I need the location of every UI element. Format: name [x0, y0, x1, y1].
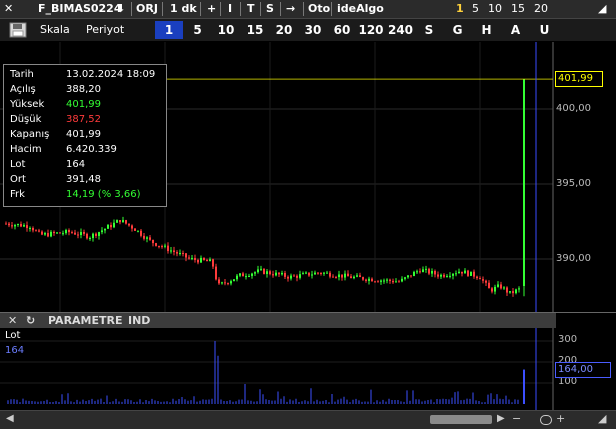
period-15[interactable]: 15	[241, 21, 269, 39]
vol-label-300: 300	[558, 334, 578, 345]
orj-button[interactable]: ORJ	[136, 2, 158, 15]
interval-button[interactable]: 1 dk	[170, 2, 197, 15]
title-toolbar: ✕ F_BIMAS0224 ⬇ ORJ 1 dk + I T S → Oto i…	[0, 0, 616, 19]
zoom-out-icon[interactable]: −	[512, 412, 521, 425]
info-label-7: Ort	[10, 174, 26, 185]
zoom-reset-icon[interactable]	[540, 415, 552, 425]
ind-tab[interactable]: IND	[128, 314, 150, 327]
info-label-6: Lot	[10, 159, 26, 170]
period-20[interactable]: 20	[270, 21, 298, 39]
period-g[interactable]: G	[444, 21, 471, 39]
last-price-tag: 401,99	[555, 71, 603, 88]
indicator-header-right	[556, 312, 616, 329]
price-label-390: 390,00	[556, 253, 591, 264]
idealgo-button[interactable]: ideAlgo	[337, 2, 384, 15]
period-10[interactable]: 10	[212, 21, 240, 39]
scroll-left-icon[interactable]: ◀	[6, 413, 14, 424]
period-s[interactable]: S	[416, 21, 442, 39]
parametre-tab[interactable]: PARAMETRE	[48, 314, 123, 327]
info-value-8: 14,19 (% 3,66)	[66, 189, 141, 200]
count-5[interactable]: 5	[472, 2, 479, 15]
info-label-5: Hacim	[10, 144, 42, 155]
price-label-395: 395,00	[556, 178, 591, 189]
count-1[interactable]: 1	[456, 2, 464, 15]
info-value-1: 388,20	[66, 84, 101, 95]
expand-icon[interactable]: ◢	[598, 2, 606, 15]
last-lot-tag: 164,00	[555, 361, 611, 378]
indicator-header: ✕ ↻ PARAMETRE IND	[0, 312, 556, 328]
info-value-2: 401,99	[66, 99, 101, 110]
period-240[interactable]: 240	[386, 21, 415, 39]
scroll-right-icon[interactable]: ▶	[497, 413, 505, 424]
refresh-icon[interactable]: ↻	[26, 314, 35, 327]
period-30[interactable]: 30	[299, 21, 327, 39]
info-label-8: Frk	[10, 189, 25, 200]
resize-icon[interactable]: ◢	[598, 412, 606, 425]
lot-label: Lot	[5, 330, 21, 341]
download-arrow-icon[interactable]: ⬇	[116, 2, 125, 15]
lot-value: 164	[5, 345, 25, 356]
period-h[interactable]: H	[473, 21, 500, 39]
periyot-button[interactable]: Periyot	[86, 23, 124, 36]
plus-button[interactable]: +	[207, 2, 216, 15]
skala-button[interactable]: Skala	[40, 23, 70, 36]
price-label-400: 400,00	[556, 103, 591, 114]
arrow-button[interactable]: →	[286, 2, 295, 15]
period-u[interactable]: U	[531, 21, 558, 39]
info-label-1: Açılış	[10, 84, 36, 95]
count-15[interactable]: 15	[511, 2, 525, 15]
horizontal-scrollbar[interactable]: ◀ ▶ − + ◢	[0, 410, 616, 429]
info-label-2: Yüksek	[10, 99, 45, 110]
oto-button[interactable]: Oto	[308, 2, 330, 15]
i-button[interactable]: I	[228, 2, 232, 15]
info-label-4: Kapanış	[10, 129, 50, 140]
info-label-0: Tarih	[10, 69, 34, 80]
indicator-labels: Lot 164 300 200 100 164,00	[0, 328, 616, 410]
info-value-5: 6.420.339	[66, 144, 117, 155]
period-120[interactable]: 120	[357, 21, 385, 39]
info-value-4: 401,99	[66, 129, 101, 140]
period-toolbar: Skala Periyot 1 5 10 15 20 30 60 120 240 S G H A U	[0, 19, 616, 41]
symbol-label[interactable]: F_BIMAS0224	[38, 2, 122, 15]
t-button[interactable]: T	[247, 2, 255, 15]
info-value-0: 13.02.2024 18:09	[66, 69, 156, 80]
scroll-thumb[interactable]	[430, 415, 492, 424]
info-label-3: Düşük	[10, 114, 42, 125]
zoom-in-icon[interactable]: +	[556, 412, 565, 425]
info-value-6: 164	[66, 159, 86, 170]
period-a[interactable]: A	[502, 21, 529, 39]
period-1[interactable]: 1	[155, 21, 183, 39]
period-60[interactable]: 60	[328, 21, 356, 39]
info-value-7: 391,48	[66, 174, 101, 185]
ohlc-info-box: Tarih 13.02.2024 18:09 Açılış 388,20 Yüksek 4…	[3, 64, 167, 207]
close-icon[interactable]: ✕	[4, 2, 13, 15]
vol-label-100: 100	[558, 376, 578, 387]
count-10[interactable]: 10	[488, 2, 502, 15]
info-value-3: 387,52	[66, 114, 101, 125]
floppy-disk-icon[interactable]	[9, 22, 27, 38]
s-button[interactable]: S	[266, 2, 274, 15]
period-5[interactable]: 5	[184, 21, 211, 39]
close-icon[interactable]: ✕	[8, 314, 17, 327]
count-20[interactable]: 20	[534, 2, 548, 15]
